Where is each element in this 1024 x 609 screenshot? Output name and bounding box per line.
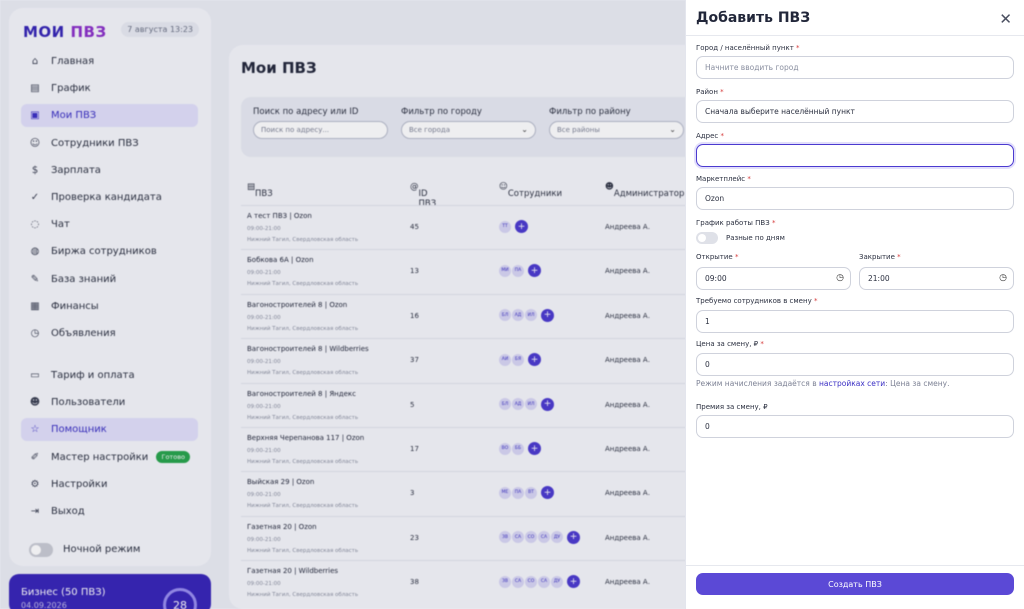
close-time-label: Закрытие * <box>859 253 901 261</box>
clock-icon[interactable]: ◷ <box>836 273 844 283</box>
schedule-label: График работы ПВЗ * <box>696 219 776 227</box>
create-pvz-button[interactable]: Создать ПВЗ <box>696 573 1014 595</box>
district-field-label: Район * <box>696 88 724 96</box>
city-field-label: Город / населённый пункт * <box>696 44 800 52</box>
network-settings-link[interactable]: настройках сети <box>819 379 885 388</box>
add-pvz-panel: Добавить ПВЗ ✕ Город / населённый пункт … <box>685 0 1024 609</box>
divider <box>686 565 1024 566</box>
district-field[interactable]: Сначала выберите населённый пункт <box>696 100 1014 123</box>
close-time-value: 21:00 <box>868 274 890 283</box>
open-time-label: Открытие * <box>696 253 739 261</box>
address-field[interactable] <box>696 144 1014 167</box>
address-field-label: Адрес * <box>696 132 724 140</box>
city-field[interactable]: Начните вводить город <box>696 56 1014 79</box>
bonus-field[interactable]: 0 <box>696 415 1014 438</box>
price-field[interactable]: 0 <box>696 353 1014 376</box>
schedule-toggle[interactable]: Разные по дням <box>696 232 785 244</box>
open-time-field[interactable]: 09:00 ◷ <box>696 267 851 290</box>
close-icon[interactable]: ✕ <box>999 10 1012 28</box>
toggle-switch-icon[interactable] <box>696 232 718 244</box>
marketplace-field-label: Маркетплейс * <box>696 175 751 183</box>
price-field-label: Цена за смену, ₽ * <box>696 340 764 348</box>
close-time-field[interactable]: 21:00 ◷ <box>859 267 1014 290</box>
staff-count-label: Требуемо сотрудников в смену * <box>696 297 818 305</box>
divider <box>686 35 1024 36</box>
marketplace-field[interactable]: Ozon <box>696 187 1014 210</box>
price-hint: Режим начисления задаётся в настройках с… <box>696 379 950 388</box>
open-time-value: 09:00 <box>705 274 727 283</box>
schedule-toggle-label: Разные по дням <box>726 234 785 242</box>
panel-title: Добавить ПВЗ <box>696 10 811 26</box>
staff-count-field[interactable]: 1 <box>696 310 1014 333</box>
clock-icon[interactable]: ◷ <box>999 273 1007 283</box>
bonus-field-label: Премия за смену, ₽ <box>696 403 768 411</box>
